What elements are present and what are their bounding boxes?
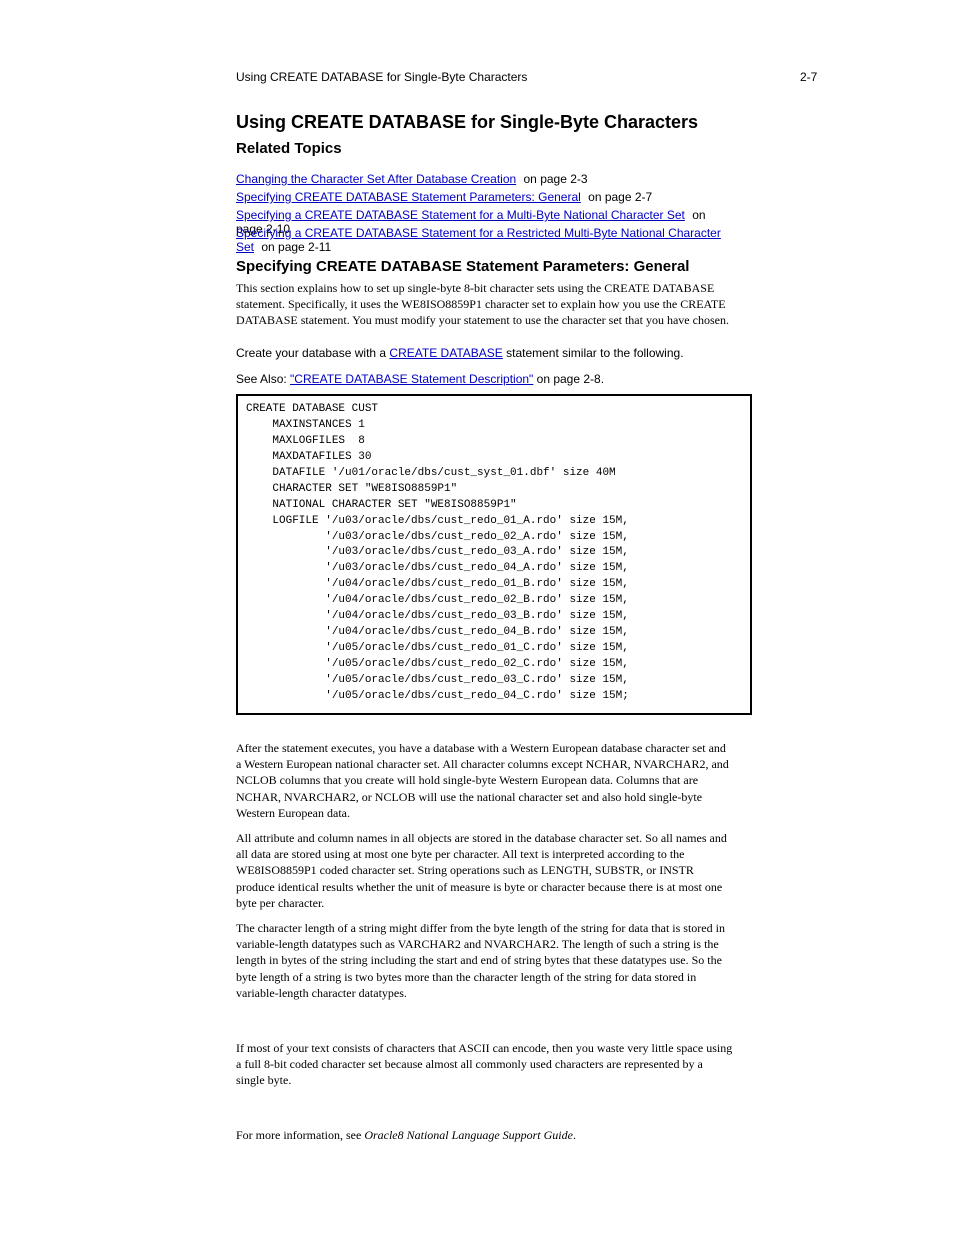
section-title-related: Related Topics <box>236 140 734 157</box>
see-also-prefix: See Also: <box>236 372 290 386</box>
footer-book: Oracle8 National Language Support Guide <box>364 1128 573 1142</box>
paragraph-attribute-names: All attribute and column names in all ob… <box>236 830 734 911</box>
paragraph-char-length: The character length of a string might d… <box>236 920 734 1001</box>
section-title-main: Using CREATE DATABASE for Single-Byte Ch… <box>236 112 734 133</box>
see-also-suffix: on page 2-8. <box>533 372 604 386</box>
create-db-prefix: Create your database with a <box>236 346 389 360</box>
related-link-row-2: Specifying CREATE DATABASE Statement Par… <box>236 190 734 204</box>
running-header: Using CREATE DATABASE for Single-Byte Ch… <box>236 70 734 84</box>
footer-prefix: For more information, see <box>236 1128 364 1142</box>
link-specifying-general[interactable]: Specifying CREATE DATABASE Statement Par… <box>236 190 581 204</box>
create-database-sentence: Create your database with a CREATE DATAB… <box>236 346 734 360</box>
link-multibyte-national[interactable]: Specifying a CREATE DATABASE Statement f… <box>236 208 685 222</box>
link-changing-charset[interactable]: Changing the Character Set After Databas… <box>236 172 516 186</box>
link-suffix: on page 2-11 <box>254 240 335 254</box>
section-title-task: Specifying CREATE DATABASE Statement Par… <box>236 258 734 275</box>
link-create-db-description[interactable]: "CREATE DATABASE Statement Description" <box>290 372 533 386</box>
page-number: 2-7 <box>800 70 817 84</box>
link-suffix: on page 2-3 <box>516 172 591 186</box>
paragraph-after-exec: After the statement executes, you have a… <box>236 740 734 821</box>
footer-line: For more information, see Oracle8 Nation… <box>236 1128 734 1143</box>
link-suffix: on page 2-7 <box>581 190 656 204</box>
create-db-suffix: statement similar to the following. <box>503 346 684 360</box>
see-also-line: See Also: "CREATE DATABASE Statement Des… <box>236 372 734 386</box>
paragraph-ascii: If most of your text consists of charact… <box>236 1040 734 1089</box>
paragraph-intro: This section explains how to set up sing… <box>236 280 734 329</box>
related-link-row-4: Specifying a CREATE DATABASE Statement f… <box>236 226 734 254</box>
link-create-database[interactable]: CREATE DATABASE <box>389 346 502 360</box>
related-link-row-1: Changing the Character Set After Databas… <box>236 172 734 186</box>
sql-code-block: CREATE DATABASE CUST MAXINSTANCES 1 MAXL… <box>236 394 752 715</box>
footer-suffix: . <box>573 1128 576 1142</box>
